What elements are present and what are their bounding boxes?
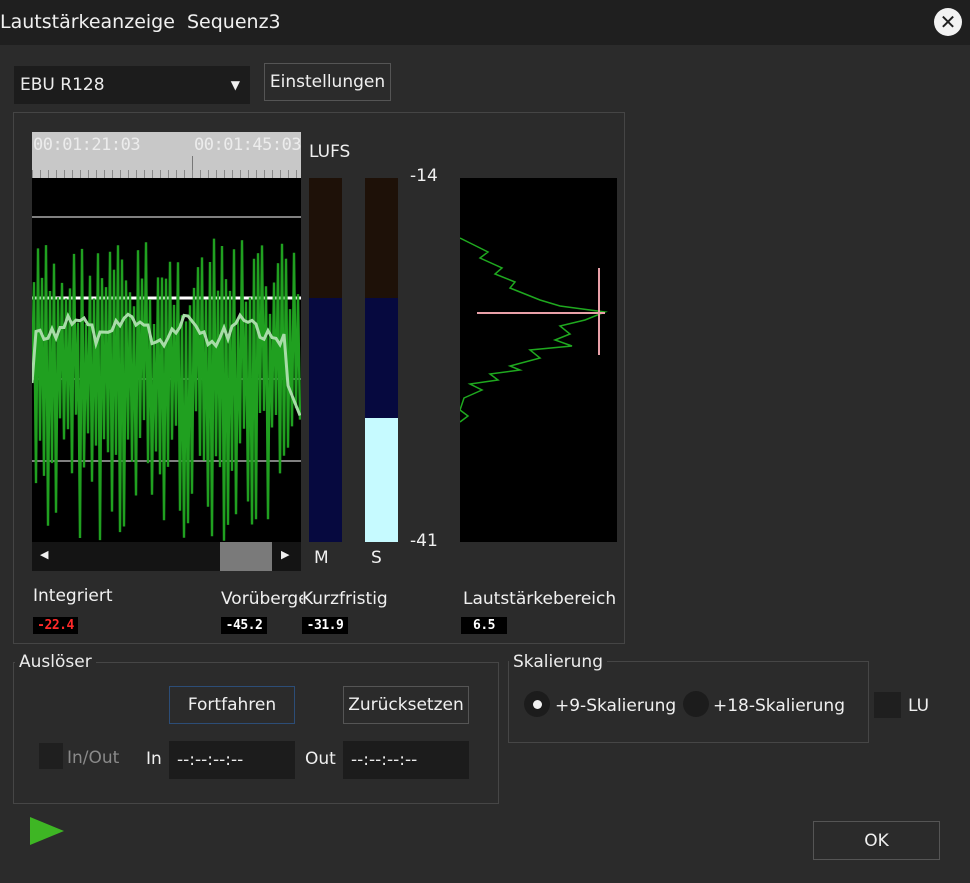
integrated-label: Integriert	[33, 586, 113, 606]
meter-m-upper	[309, 178, 342, 298]
scale-min-label: -41	[410, 531, 438, 551]
loudness-graph	[30, 178, 302, 542]
out-label: Out	[305, 749, 336, 769]
out-timecode-field[interactable]: --:--:--:--	[343, 741, 469, 779]
trigger-group	[13, 662, 499, 804]
in-label: In	[146, 749, 162, 769]
scrollbar-thumb[interactable]	[220, 542, 272, 571]
in-timecode-field[interactable]: --:--:--:--	[169, 741, 295, 779]
meter-s-level	[365, 418, 398, 542]
integrated-value: -22.4	[33, 617, 78, 634]
timeline-ticks	[32, 170, 301, 178]
timeline-end-time: 00:01:45:03	[194, 135, 301, 155]
ok-button[interactable]: OK	[813, 821, 940, 860]
scaling-group-label: Skalierung	[509, 652, 607, 672]
momentary-meter	[309, 178, 342, 542]
lu-checkbox[interactable]	[874, 692, 901, 718]
window-title: Lautstärkeanzeige Sequenz3	[0, 11, 281, 33]
timeline-ruler[interactable]: 00:01:21:03 00:01:45:03	[32, 132, 301, 178]
meter-s-upper	[365, 178, 398, 298]
trigger-group-label: Auslöser	[15, 652, 96, 672]
meter-m-lower	[309, 298, 342, 542]
reset-button[interactable]: Zurücksetzen	[343, 686, 469, 724]
range-label: Lautstärkebereich	[463, 589, 617, 609]
inout-label: In/Out	[67, 748, 120, 768]
standard-dropdown-value: EBU R128	[20, 75, 105, 95]
close-icon: ✕	[939, 10, 957, 34]
inout-checkbox[interactable]	[39, 743, 63, 769]
lu-label: LU	[908, 696, 930, 716]
scale-max-label: -14	[410, 166, 438, 186]
scale-9-label: +9-Skalierung	[555, 696, 677, 716]
momentary-value: -45.2	[221, 617, 267, 634]
momentary-label: Vorübergehend	[221, 589, 303, 609]
shortterm-waveform	[30, 238, 302, 541]
scale-18-radio[interactable]	[683, 691, 709, 717]
meter-s-label: S	[371, 548, 382, 568]
standard-dropdown[interactable]: EBU R128 ▼	[14, 66, 250, 104]
shortterm-label: Kurzfristig	[302, 589, 388, 609]
meter-unit-label: LUFS	[309, 142, 351, 162]
chevron-down-icon: ▼	[230, 78, 240, 92]
shortterm-value: -31.9	[302, 617, 348, 634]
range-value: 6.5	[461, 617, 507, 634]
scroll-left-icon[interactable]: ◀	[40, 548, 48, 561]
histogram-curve	[459, 237, 608, 423]
loudness-graph-svg	[30, 216, 302, 541]
radio-selected-dot	[532, 699, 542, 709]
shortterm-meter	[365, 178, 398, 542]
settings-button[interactable]: Einstellungen	[264, 63, 391, 101]
histogram-svg	[459, 237, 608, 423]
timeline-start-time: 00:01:21:03	[33, 135, 141, 155]
scale-18-label: +18-Skalierung	[713, 696, 845, 716]
close-button[interactable]: ✕	[934, 8, 962, 36]
scale-9-radio[interactable]	[524, 691, 550, 717]
play-icon[interactable]	[30, 817, 64, 845]
scroll-right-icon[interactable]: ▶	[281, 548, 289, 561]
continue-button[interactable]: Fortfahren	[169, 686, 295, 724]
meter-m-label: M	[314, 548, 329, 568]
loudness-range-histogram	[459, 178, 617, 542]
